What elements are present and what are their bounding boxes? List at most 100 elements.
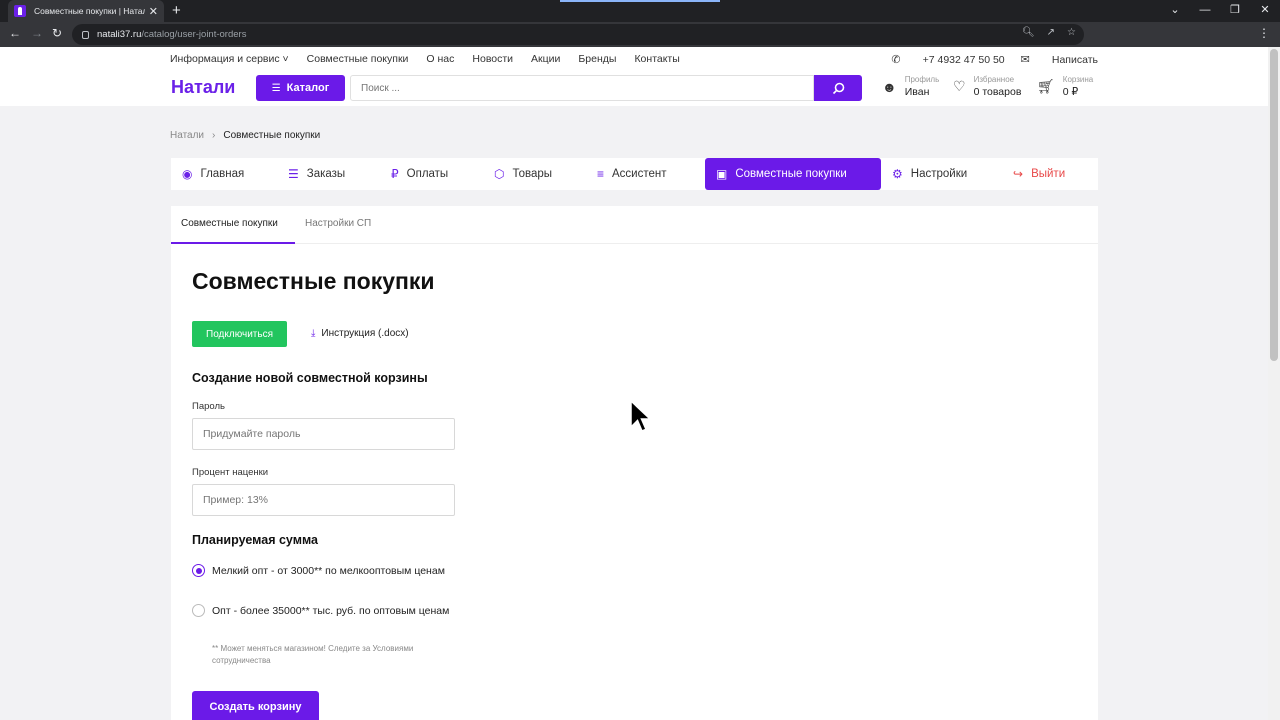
scrollbar-thumb[interactable] [1270, 49, 1278, 361]
active-subtab-indicator [171, 242, 295, 244]
back-arrow-icon[interactable]: ← [9, 26, 21, 40]
joint-purchases-panel: Совместные покупки Настройки СП Совместн… [171, 206, 1098, 720]
radio-small-wholesale[interactable] [192, 564, 205, 577]
instruction-download-link[interactable]: ⤓ Инструкция (.docx) [311, 328, 409, 339]
download-icon: ⤓ [311, 328, 316, 339]
bookmark-star-icon[interactable]: ☆ [1067, 27, 1076, 38]
account-tabs: ◉ Главная ☰ Заказы ₽ Оплаты ⬡ Товары ≡ А… [171, 158, 1098, 190]
minimize-icon[interactable]: — [1190, 0, 1220, 22]
cart-icon: 🛒︎ [1037, 78, 1055, 94]
write-link[interactable]: ✉ Написать [1020, 53, 1098, 67]
heart-icon: ♡ [953, 78, 966, 94]
option-small-wholesale-label: Мелкий опт - от 3000** по мелкооптовым ц… [212, 565, 445, 577]
url-text: natali37.ru/catalog/user-joint-orders [97, 29, 247, 40]
password-label: Пароль [192, 401, 225, 412]
phone-link[interactable]: ✆ +7 4932 47 50 50 [891, 53, 1004, 67]
catalog-menu-icon: ☰ [271, 82, 281, 94]
topnav-joint-purchases[interactable]: Совместные покупки [307, 53, 409, 65]
terms-footnote: ** Может меняться магазином! Следите за … [212, 644, 414, 665]
breadcrumb-home[interactable]: Натали [170, 130, 204, 141]
page-title: Совместные покупки [192, 268, 435, 294]
list-icon: ☰ [288, 167, 299, 181]
favorites-caption: Избранное [973, 75, 1015, 84]
lock-icon [82, 30, 89, 39]
topnav-info-service[interactable]: Информация и сервис ˅ [170, 53, 289, 65]
mail-icon: ✉ [1020, 54, 1030, 66]
radio-wholesale[interactable] [192, 604, 205, 617]
breadcrumb: Натали › Совместные покупки [170, 130, 320, 141]
breadcrumb-current: Совместные покупки [223, 130, 321, 141]
reload-icon[interactable]: ↻ [52, 26, 62, 40]
password-input[interactable] [192, 418, 455, 450]
favorites-link[interactable]: ♡ Избранное 0 товаров [953, 75, 1021, 98]
top-nav: Информация и сервис ˅ Совместные покупки… [170, 53, 698, 65]
topnav-news[interactable]: Новости [472, 53, 513, 65]
site-favicon-icon [14, 5, 26, 17]
zoom-search-icon[interactable]: 🔍︎ [1022, 27, 1035, 38]
logout-icon: ↪ [1013, 167, 1024, 181]
tab-home[interactable]: ◉ Главная [171, 158, 244, 190]
header-contacts: ✆ +7 4932 47 50 50 ✉ Написать [875, 53, 1098, 67]
box-icon: ⬡ [494, 167, 505, 181]
favorites-count: 0 товаров [973, 86, 1022, 98]
topnav-brands[interactable]: Бренды [578, 53, 616, 65]
planned-sum-heading: Планируемая сумма [192, 533, 318, 547]
window-controls: ⌄ — ❐ ✕ [1160, 0, 1280, 22]
chevron-down-icon[interactable]: ⌄ [1160, 0, 1190, 22]
browser-menu-icon[interactable]: ⋮ [1258, 26, 1270, 40]
tab-products[interactable]: ⬡ Товары [483, 158, 552, 190]
assistant-icon: ≡ [597, 167, 605, 181]
search-button[interactable] [814, 75, 862, 101]
topnav-about[interactable]: О нас [426, 53, 454, 65]
connect-button[interactable]: Подключиться [192, 321, 287, 347]
cart-link[interactable]: 🛒︎ Корзина 0 ₽ [1037, 75, 1093, 98]
tab-settings[interactable]: ⚙︎ Настройки [881, 158, 967, 190]
create-basket-button[interactable]: Создать корзину [192, 691, 319, 720]
markup-input[interactable] [192, 484, 455, 516]
profile-caption: Профиль [904, 75, 940, 84]
omnibox-actions: 🔍︎ ↗ ☆ [1022, 27, 1076, 38]
profile-link[interactable]: ☻ Профиль Иван [882, 75, 939, 98]
forward-arrow-icon[interactable]: → [31, 26, 43, 40]
profile-name: Иван [904, 86, 930, 98]
cart-total: 0 ₽ [1062, 86, 1079, 98]
browser-tab[interactable]: Совместные покупки | Натали I ✕ [8, 0, 164, 22]
close-window-icon[interactable]: ✕ [1250, 0, 1280, 22]
site-header: Информация и сервис ˅ Совместные покупки… [0, 47, 1268, 106]
shopping-bag-icon: ▣ [716, 167, 728, 181]
search-input[interactable] [350, 75, 814, 101]
option-wholesale-label: Опт - более 35000** тыс. руб. по оптовым… [212, 605, 450, 617]
topnav-promotions[interactable]: Акции [531, 53, 560, 65]
tab-payments[interactable]: ₽ Оплаты [380, 158, 448, 190]
tab-orders[interactable]: ☰ Заказы [277, 158, 345, 190]
address-bar[interactable]: natali37.ru/catalog/user-joint-orders 🔍︎… [72, 24, 1084, 45]
ruble-icon: ₽ [391, 167, 399, 181]
tab-joint-purchases[interactable]: ▣ Совместные покупки [705, 158, 881, 190]
close-tab-icon[interactable]: ✕ [149, 5, 158, 18]
subtabs: Совместные покупки Настройки СП [171, 206, 1098, 244]
create-basket-heading: Создание новой совместной корзины [192, 371, 428, 385]
browser-tab-title: Совместные покупки | Натали I [34, 6, 145, 16]
mouse-pointer-icon [630, 400, 652, 432]
share-icon[interactable]: ↗ [1047, 27, 1055, 38]
new-tab-button[interactable]: + [172, 2, 181, 20]
option-small-wholesale[interactable]: Мелкий опт - от 3000** по мелкооптовым ц… [192, 563, 452, 579]
option-wholesale[interactable]: Опт - более 35000** тыс. руб. по оптовым… [192, 603, 452, 619]
markup-label: Процент наценки [192, 467, 269, 478]
phone-icon: ✆ [891, 54, 901, 66]
user-circle-icon: ◉ [182, 167, 193, 181]
site-logo[interactable]: Натали [171, 77, 235, 98]
user-icon: ☻ [882, 78, 897, 95]
sliders-icon: ⚙︎ [892, 167, 903, 181]
tab-assistant[interactable]: ≡ Ассистент [586, 158, 667, 190]
restore-icon[interactable]: ❐ [1220, 0, 1250, 22]
breadcrumb-separator-icon: › [212, 130, 216, 141]
subtab-joint-purchases[interactable]: Совместные покупки [181, 218, 278, 229]
cart-caption: Корзина [1062, 75, 1094, 84]
catalog-button[interactable]: ☰ Каталог [256, 75, 345, 101]
tab-logout[interactable]: ↪ Выйти [1002, 158, 1065, 190]
page-scrollbar[interactable] [1268, 47, 1280, 720]
topnav-contacts[interactable]: Контакты [634, 53, 679, 65]
subtab-jp-settings[interactable]: Настройки СП [305, 218, 371, 229]
search-icon [832, 82, 844, 94]
